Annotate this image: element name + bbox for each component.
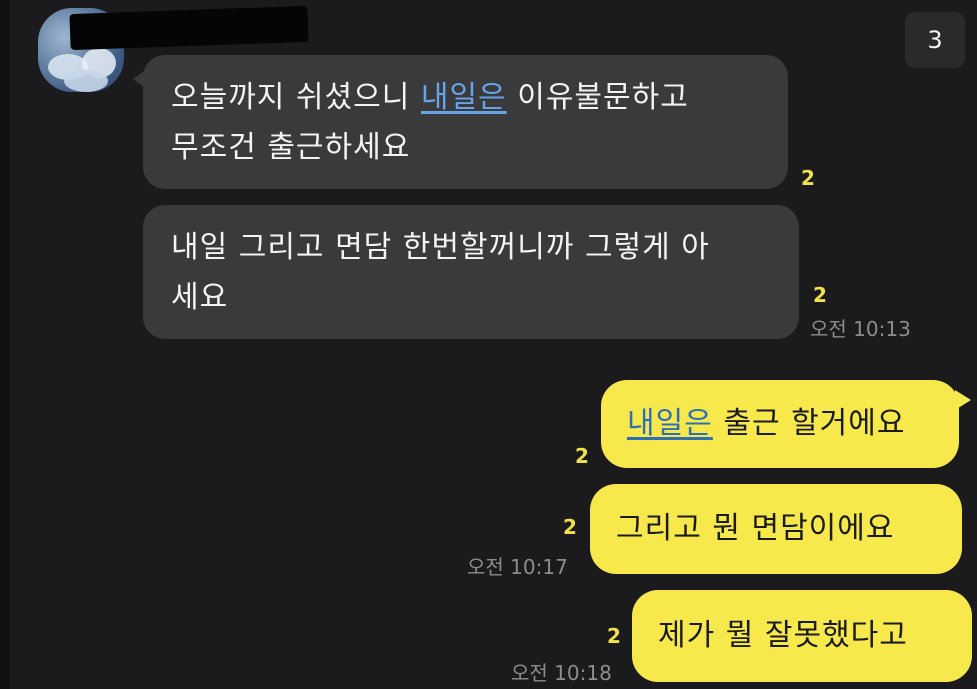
message-line: 세요 [171,280,229,315]
message-line: 내일 그리고 면담 한번할꺼니까 그렇게 아 [171,230,710,265]
sender-name-redacted [69,5,309,51]
unread-count: 2 [607,624,621,648]
message-text: 제가 뭘 잘못했다고 [658,618,908,653]
message-text: 오늘까지 쉬셨으니 [171,80,421,115]
message-link[interactable]: 내일은 [627,399,713,449]
unread-count: 2 [563,515,577,539]
message-text: 이유불문하고 [506,80,689,115]
message-timestamp: 오전 10:17 [467,555,568,579]
incoming-message-bubble[interactable]: 오늘까지 쉬셨으니 내일은 이유불문하고 무조건 출근하세요 [133,55,788,189]
chat-screen: 3 오늘까지 쉬셨으니 내일은 이유불문하고 무조건 출근하세요 2 내일 그리… [0,0,977,689]
message-text: 그리고 뭔 면담이에요 [616,511,895,546]
message-link[interactable]: 내일은 [421,80,507,115]
avatar-cloud [64,70,108,92]
outgoing-message-bubble[interactable]: 내일은 출근 할거에요 [601,380,971,468]
screen-edge [0,0,10,689]
message-line: 무조건 출근하세요 [171,130,411,165]
message-timestamp: 오전 10:18 [511,661,612,685]
message-timestamp: 오전 10:13 [810,317,911,341]
incoming-message-bubble[interactable]: 내일 그리고 면담 한번할꺼니까 그렇게 아 세요 [143,205,799,339]
message-line: 오늘까지 쉬셨으니 내일은 이유불문하고 [171,73,760,123]
unread-count: 2 [801,166,815,190]
message-text: 출근 할거에요 [712,406,906,441]
outgoing-message-bubble[interactable]: 그리고 뭔 면담이에요 [590,484,962,574]
outgoing-message-bubble[interactable]: 제가 뭘 잘못했다고 [632,590,972,682]
unread-count: 2 [813,283,827,307]
unread-count: 2 [575,444,589,468]
unread-badge[interactable]: 3 [905,12,965,68]
